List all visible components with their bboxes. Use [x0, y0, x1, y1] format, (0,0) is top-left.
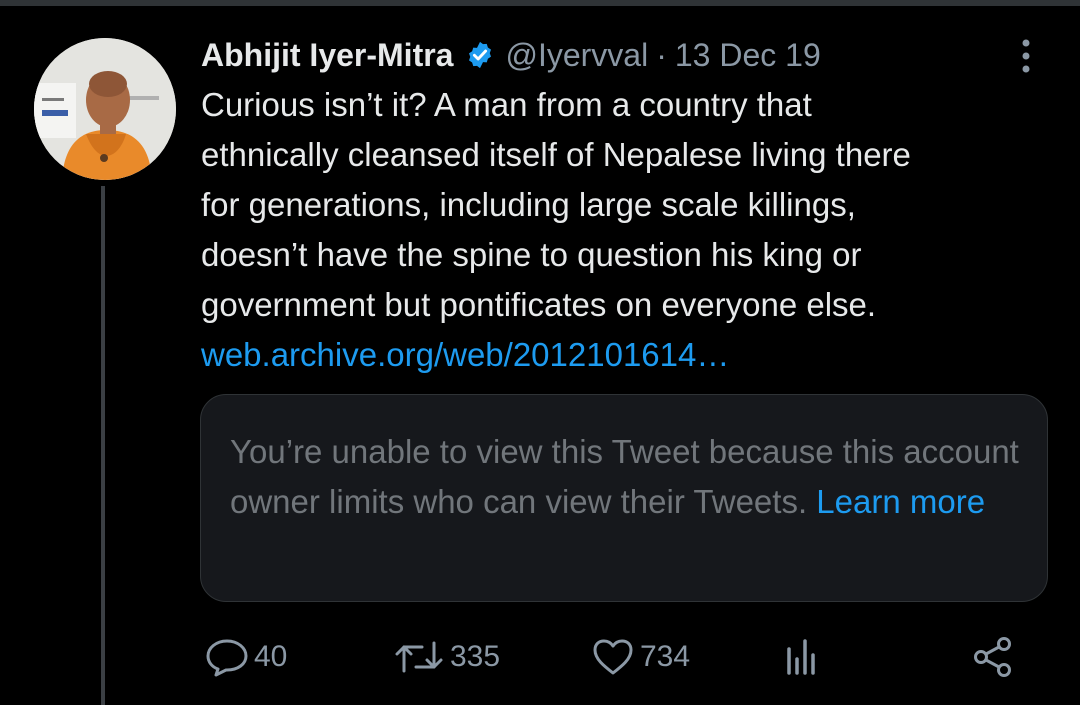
quoted-tweet-unavailable: You’re unable to view this Tweet because…	[200, 394, 1048, 602]
tweet-date[interactable]: 13 Dec 19	[675, 37, 821, 74]
avatar[interactable]	[34, 38, 176, 180]
reply-icon	[204, 637, 250, 677]
more-vertical-icon[interactable]	[1012, 36, 1040, 76]
like-button[interactable]: 734	[590, 630, 690, 684]
author-handle[interactable]: @Iyervval	[505, 37, 648, 74]
views-button[interactable]	[780, 630, 824, 684]
tweet-text: Curious isn’t it? A man from a country t…	[201, 86, 911, 323]
separator-dot: ·	[656, 36, 667, 73]
avatar-image	[34, 38, 176, 180]
thread-line	[101, 186, 105, 705]
analytics-icon	[780, 637, 824, 677]
share-button[interactable]	[970, 630, 1016, 684]
reply-count: 40	[254, 640, 288, 673]
like-count: 734	[640, 640, 691, 673]
reply-button[interactable]: 40	[204, 630, 287, 684]
verified-badge-icon	[465, 40, 495, 70]
retweet-count: 335	[450, 640, 501, 673]
retweet-button[interactable]: 335	[392, 630, 500, 684]
author-name[interactable]: Abhijit Iyer-Mitra	[201, 37, 453, 74]
retweet-icon	[392, 637, 446, 677]
tweet-header: Abhijit Iyer-Mitra @Iyervval · 13 Dec 19	[201, 30, 821, 80]
tweet-link[interactable]: web.archive.org/web/2012101614…	[201, 330, 729, 380]
quoted-tweet-message-block: You’re unable to view this Tweet because…	[230, 427, 1030, 527]
top-divider	[0, 0, 1080, 6]
learn-more-link[interactable]: Learn more	[816, 483, 985, 520]
action-bar: 40 335 734	[0, 630, 1080, 684]
heart-icon	[590, 637, 636, 677]
share-icon	[970, 635, 1016, 679]
